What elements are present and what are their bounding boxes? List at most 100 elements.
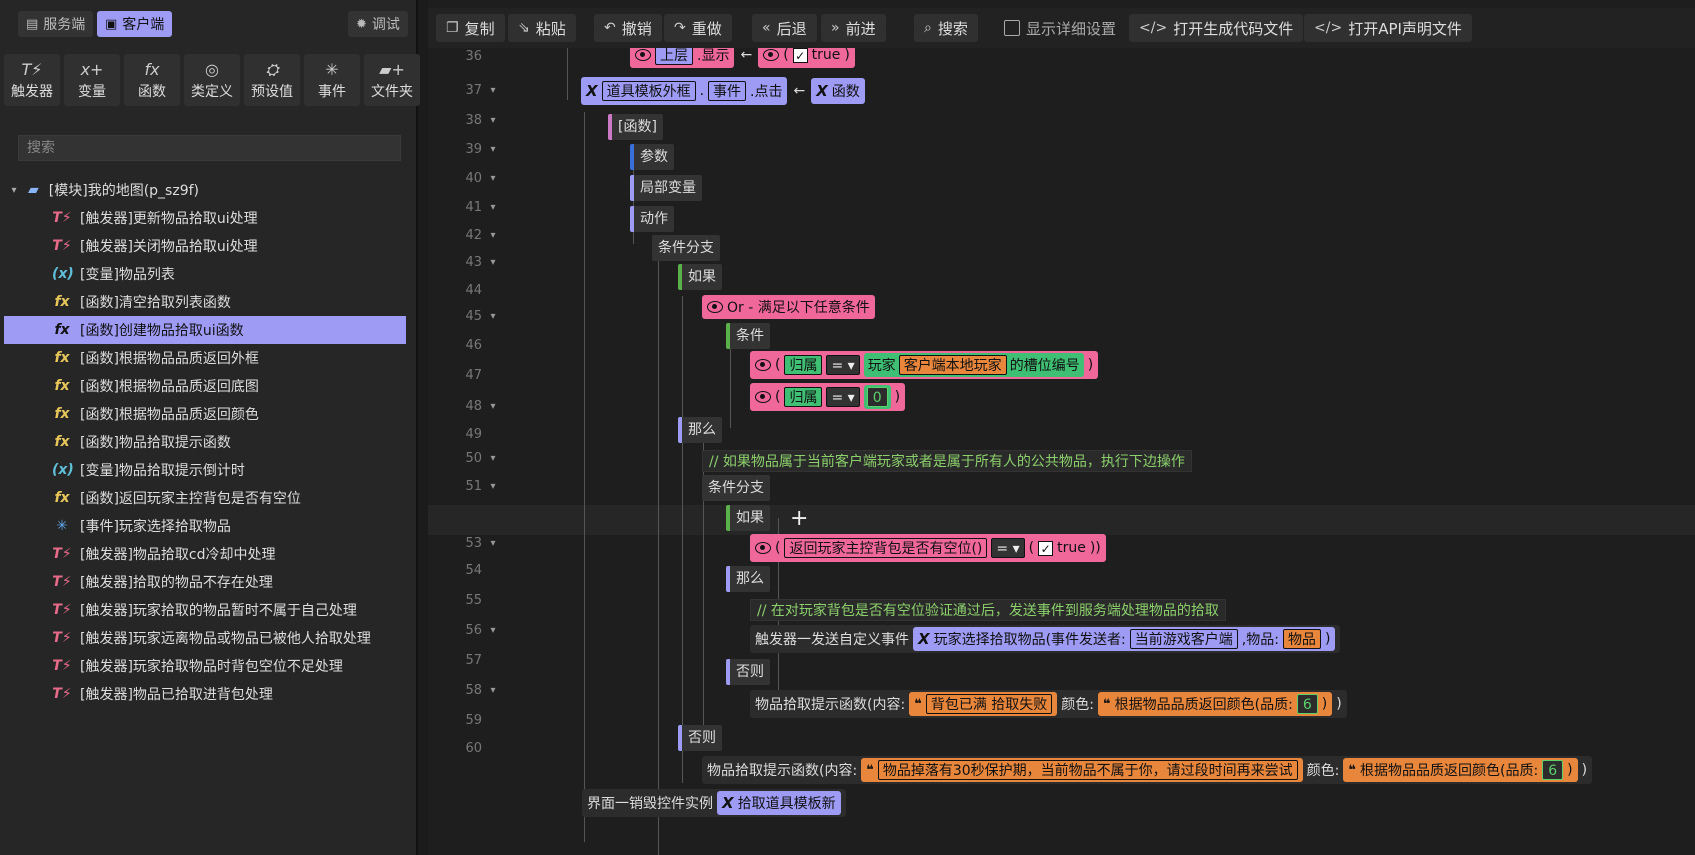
value-block[interactable]: (✓ true) (758, 48, 855, 68)
line-38: [函数] (608, 114, 663, 140)
module-row[interactable]: ▾ ▰ [模块]我的地图(p_sz9f) (0, 176, 418, 204)
trigger-icon: T⚡ (52, 630, 72, 646)
open-api-button[interactable]: </> 打开API声明文件 (1304, 14, 1472, 42)
line-45: 条件 (726, 323, 770, 349)
tree-item[interactable]: T⚡ [触发器]拾取的物品不存在处理 (0, 568, 418, 596)
details-checkbox[interactable] (1004, 20, 1020, 36)
tree-item-label: [变量]物品拾取提示倒计时 (80, 463, 245, 479)
tool-variable[interactable]: x+ 变量 (64, 54, 120, 106)
tool-trigger[interactable]: T⚡ 触发器 (4, 54, 60, 106)
line-46: ( 归属 = ▾ 玩家 客户端本地玩家 的槽位编号 ) (750, 351, 1099, 379)
tree-item[interactable]: T⚡ [触发器]玩家远离物品或物品已被他人拾取处理 (0, 624, 418, 652)
tree-item[interactable]: T⚡ [触发器]关闭物品拾取ui处理 (0, 232, 418, 260)
fold-toggle-icon[interactable]: ▾ (486, 198, 500, 218)
search-button[interactable]: ⌕ 搜索 (914, 14, 978, 42)
highlight-line (428, 505, 1695, 535)
bug-icon: ✹ (356, 16, 367, 32)
line-39: 参数 (630, 144, 674, 170)
tree-item[interactable]: T⚡ [触发器]更新物品拾取ui处理 (0, 204, 418, 232)
fold-toggle-icon[interactable]: ▾ (486, 477, 500, 497)
operator-select[interactable]: = ▾ (826, 387, 860, 407)
line-60: 界面一销毁控件实例 𝙓 拾取道具模板新 (582, 789, 846, 817)
function-block[interactable]: 𝙓 函数 (811, 78, 865, 104)
player-slot-block[interactable]: 玩家 客户端本地玩家 的槽位编号 (863, 353, 1084, 377)
tool-folder[interactable]: ▰+ 文件夹 (364, 54, 420, 106)
tree-item[interactable]: fx [函数]物品拾取提示函数 (0, 428, 418, 456)
tree-item[interactable]: T⚡ [触发器]物品拾取cd冷却中处理 (0, 540, 418, 568)
debug-button[interactable]: ✹ 调试 (348, 11, 408, 37)
condition-block-2[interactable]: ( 归属 = ▾ 0) (750, 383, 906, 411)
comment-block[interactable]: // 如果物品属于当前客户端玩家或者是属于所有人的公共物品，执行下边操作 (702, 450, 1192, 472)
tree-item[interactable]: fx [函数]创建物品拾取ui函数 (4, 316, 406, 344)
line-number: 53 (465, 536, 482, 551)
add-icon[interactable]: + (790, 506, 808, 531)
fold-toggle-icon[interactable]: ▾ (486, 307, 500, 327)
fold-toggle-icon[interactable]: ▾ (486, 169, 500, 189)
copy-icon: ❐ (446, 20, 459, 36)
back-button[interactable]: «后退 (752, 14, 817, 42)
tool-function[interactable]: fx 函数 (124, 54, 180, 106)
fold-toggle-icon[interactable]: ▾ (486, 621, 500, 641)
line-36: 上层 .显示 ← (✓ true) (630, 48, 855, 68)
tree-item-label: [函数]根据物品品质返回外框 (80, 351, 259, 367)
tree-item[interactable]: fx [函数]根据物品品质返回外框 (0, 344, 418, 372)
tab-client[interactable]: ▣ 客户端 (97, 11, 173, 37)
tool-class[interactable]: ◎ 类定义 (184, 54, 240, 106)
tip-function-block-2[interactable]: 物品拾取提示函数(内容: ❝ 物品掉落有30秒保护期，当前物品不属于你，请过段时间… (702, 756, 1593, 784)
tree-item[interactable]: fx [函数]根据物品品质返回颜色 (0, 400, 418, 428)
tree-item-label: [事件]玩家选择拾取物品 (80, 519, 231, 535)
copy-button[interactable]: ❐ 复制 (436, 14, 505, 42)
checkbox-checked-icon[interactable]: ✓ (792, 48, 808, 63)
tree-item[interactable]: fx [函数]根据物品品质返回底图 (0, 372, 418, 400)
or-block[interactable]: Or - 满足以下任意条件 (702, 295, 875, 319)
fold-toggle-icon[interactable]: ▾ (486, 111, 500, 131)
condition-block-3[interactable]: ( 返回玩家主控背包是否有空位() = ▾ (✓ true)) (750, 534, 1106, 562)
function-icon: fx (54, 322, 70, 338)
checkbox-checked-icon[interactable]: ✓ (1038, 540, 1054, 556)
chevron-down-icon[interactable]: ▾ (0, 185, 28, 196)
operator-select[interactable]: = ▾ (826, 355, 860, 375)
tool-preset[interactable]: ⛭ 预设值 (244, 54, 300, 106)
send-event-block[interactable]: 触发器一发送自定义事件 𝙓 玩家选择拾取物品(事件发送者: 当前游戏客户端 ,物… (750, 625, 1341, 653)
tool-event[interactable]: ✳ 事件 (304, 54, 360, 106)
tree-item[interactable]: fx [函数]清空拾取列表函数 (0, 288, 418, 316)
destroy-widget-block[interactable]: 界面一销毁控件实例 𝙓 拾取道具模板新 (582, 789, 846, 817)
tree-item[interactable]: (x) [变量]物品拾取提示倒计时 (0, 456, 418, 484)
comment-block[interactable]: // 在对玩家背包是否有空位验证通过后，发送事件到服务端处理物品的拾取 (750, 599, 1226, 621)
fold-toggle-icon[interactable]: ▾ (486, 140, 500, 160)
fold-toggle-icon[interactable]: ▾ (486, 397, 500, 417)
fold-toggle-icon[interactable]: ▾ (486, 681, 500, 701)
undo-button[interactable]: ↶ 撤销 (594, 14, 662, 42)
line-number: 51 (465, 479, 482, 494)
fold-toggle-icon[interactable]: ▾ (486, 449, 500, 469)
tab-server[interactable]: ▤ 服务端 (18, 11, 94, 37)
tip-function-block-1[interactable]: 物品拾取提示函数(内容: ❝ 背包已满 拾取失败 颜色: ❝ 根据物品品质返回颜色(… (750, 690, 1347, 718)
fold-toggle-icon[interactable]: ▾ (486, 534, 500, 554)
tree-item-label: [触发器]玩家远离物品或物品已被他人拾取处理 (80, 631, 371, 647)
tree-item[interactable]: (x) [变量]物品列表 (0, 260, 418, 288)
quote-icon: ❝ (1103, 696, 1111, 712)
tree-item[interactable]: fx [函数]返回玩家主控背包是否有空位 (0, 484, 418, 512)
assign-show-block[interactable]: 上层 .显示 (630, 48, 735, 68)
details-toggle[interactable]: 显示详细设置 (994, 14, 1126, 42)
forward-button[interactable]: » 前进 (821, 14, 886, 42)
operator-select[interactable]: = ▾ (991, 538, 1025, 558)
eye-icon (635, 49, 651, 61)
tree-item[interactable]: T⚡ [触发器]玩家拾取的物品暂时不属于自己处理 (0, 596, 418, 624)
quote-icon: ❝ (1348, 762, 1357, 778)
paste-button[interactable]: ⇘ 粘贴 (508, 14, 576, 42)
redo-button[interactable]: ↷ 重做 (664, 14, 732, 42)
condition-block-1[interactable]: ( 归属 = ▾ 玩家 客户端本地玩家 的槽位编号 ) (750, 351, 1099, 379)
fold-toggle-icon[interactable]: ▾ (486, 253, 500, 273)
open-code-button[interactable]: </> 打开生成代码文件 (1129, 14, 1304, 42)
fold-toggle-icon[interactable]: ▾ (486, 226, 500, 246)
tree-item[interactable]: ✳ [事件]玩家选择拾取物品 (0, 512, 418, 540)
line-58: 否则 (678, 725, 722, 751)
line-number: 39 (465, 142, 482, 157)
tree-item[interactable]: T⚡ [触发器]物品已拾取进背包处理 (0, 680, 418, 708)
function-icon: fx (54, 378, 70, 394)
tree-item[interactable]: T⚡ [触发器]玩家拾取物品时背包空位不足处理 (0, 652, 418, 680)
search-input[interactable]: 搜索 (18, 135, 401, 161)
event-target-block[interactable]: 𝙓 道具模板外框 . 事件 .点击 (581, 77, 788, 105)
fold-toggle-icon[interactable]: ▾ (486, 81, 500, 101)
